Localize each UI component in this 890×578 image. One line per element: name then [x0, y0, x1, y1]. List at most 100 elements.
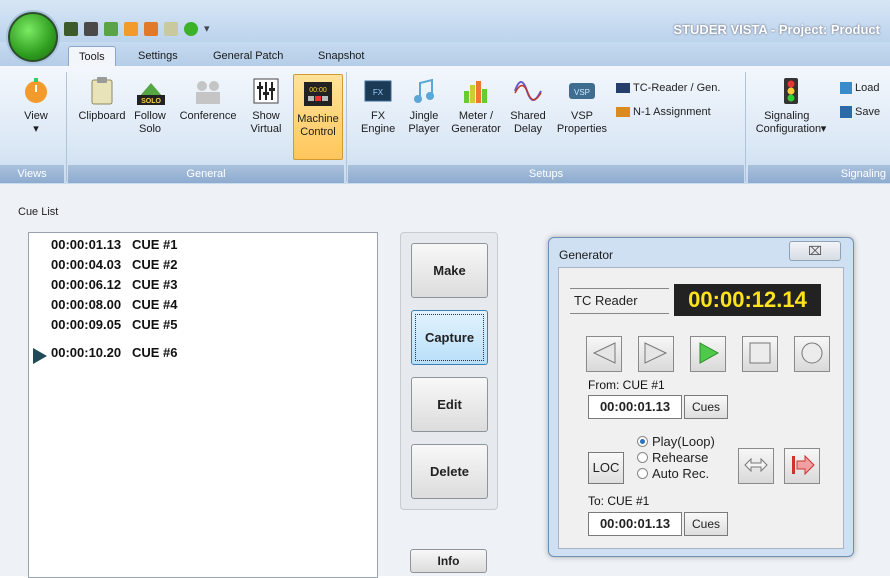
dropdown-icon[interactable]: ▾ [204, 22, 212, 36]
signaling-configuration-button[interactable]: Signaling Configuration ▾ [752, 76, 830, 136]
timer-icon [21, 76, 51, 106]
camera-icon[interactable] [84, 22, 98, 36]
chevron-down-icon: ▾ [33, 123, 39, 135]
clipboard-icon [87, 76, 117, 106]
cue-name: CUE #6 [131, 345, 178, 360]
shared-delay-button[interactable]: Shared Delay [510, 76, 546, 136]
cue-time: 00:00:06.12 [51, 277, 122, 292]
save-button[interactable]: Save [840, 106, 880, 118]
ribbon-separator [346, 72, 347, 182]
cue-name: CUE #5 [131, 317, 178, 332]
follow-solo-icon[interactable] [104, 22, 118, 36]
list-item[interactable]: 00:00:06.12 CUE #3 [51, 277, 178, 295]
list-item[interactable]: 00:00:10.20 CUE #6 [51, 345, 178, 363]
meter-generator-label: Meter / Generator [451, 110, 501, 135]
list-item[interactable]: 00:00:01.13 CUE #1 [51, 237, 178, 255]
tc-reader-gen-button[interactable]: TC-Reader / Gen. [616, 82, 720, 94]
application-orb-button[interactable] [8, 12, 58, 62]
action-panel: Make Capture Edit Delete [400, 232, 498, 510]
fx-engine-button[interactable]: FX FX Engine [358, 76, 398, 136]
radio-icon [637, 468, 648, 479]
play-loop-radio[interactable]: Play(Loop) [637, 434, 715, 449]
dialog-title: Generator [559, 248, 614, 262]
from-time-field[interactable]: 00:00:01.13 [588, 395, 682, 419]
cue-name: CUE #4 [131, 297, 178, 312]
record-button[interactable] [794, 336, 830, 372]
capture-button[interactable]: Capture [411, 310, 488, 365]
clipboard-icon[interactable] [164, 22, 178, 36]
jingle-player-label: Jingle Player [408, 110, 440, 135]
load-button[interactable]: Load [840, 82, 879, 94]
rewind-icon [591, 340, 617, 369]
green-dot-icon[interactable] [184, 22, 198, 36]
cue-list[interactable]: 00:00:01.13 CUE #1 00:00:04.03 CUE #2 00… [28, 232, 378, 578]
jingle-player-button[interactable]: Jingle Player [404, 76, 444, 136]
from-cues-button[interactable]: Cues [684, 395, 728, 419]
meter-icon [461, 76, 491, 106]
cue-time: 00:00:10.20 [51, 345, 122, 360]
play-loop-label: Play(Loop) [652, 434, 715, 449]
chevron-down-icon: ▾ [820, 123, 827, 135]
ribbon-group-label: Signaling [748, 165, 890, 183]
machine-control-label: Machine Control [297, 113, 339, 138]
to-time-field[interactable]: 00:00:01.13 [588, 512, 682, 536]
fx-engine-icon: FX [363, 76, 393, 106]
ribbon-group-label: General [68, 165, 344, 183]
n-1-assignment-label: N-1 Assignment [633, 106, 711, 118]
swap-arrows-icon [743, 455, 769, 478]
tab-tools[interactable]: Tools [68, 46, 116, 67]
cue-time: 00:00:04.03 [51, 257, 122, 272]
follow-solo-icon: SOLO [135, 76, 165, 106]
hash-icon[interactable] [64, 22, 78, 36]
cue-name: CUE #2 [131, 257, 178, 272]
signaling-icon[interactable] [144, 22, 158, 36]
ribbon-separator [66, 72, 67, 182]
cue-time: 00:00:01.13 [51, 237, 122, 252]
vsp-properties-button[interactable]: VSP VSP Properties [554, 76, 610, 136]
swap-button[interactable] [738, 448, 774, 484]
svg-text:SOLO: SOLO [141, 98, 161, 105]
rehearse-radio[interactable]: Rehearse [637, 450, 708, 465]
loc-button[interactable]: LOC [588, 452, 624, 484]
play-arrow-icon [33, 348, 47, 364]
cue-list-label: Cue List [18, 206, 59, 218]
close-button[interactable]: ⌧ [789, 241, 841, 261]
goto-end-button[interactable] [784, 448, 820, 484]
svg-text:VSP: VSP [574, 88, 590, 97]
auto-rec-radio[interactable]: Auto Rec. [637, 466, 709, 481]
follow-solo-button[interactable]: SOLO Follow Solo [130, 76, 170, 136]
make-button[interactable]: Make [411, 243, 488, 298]
from-label: From: CUE #1 [588, 378, 665, 392]
stop-button[interactable] [742, 336, 778, 372]
meter-generator-button[interactable]: Meter / Generator [448, 76, 504, 136]
forward-button[interactable] [638, 336, 674, 372]
ribbon-group-label: Views [0, 165, 64, 183]
delete-button[interactable]: Delete [411, 444, 488, 499]
follow-solo-label: Follow Solo [134, 110, 166, 135]
tc-reader-gen-label: TC-Reader / Gen. [633, 82, 721, 94]
tab-snapshot[interactable]: Snapshot [308, 46, 374, 66]
to-cues-button[interactable]: Cues [684, 512, 728, 536]
tab-settings[interactable]: Settings [128, 46, 188, 66]
n-1-assignment-button[interactable]: N-1 Assignment [616, 106, 711, 118]
play-button[interactable] [690, 336, 726, 372]
machine-control-button[interactable]: 00:00 Machine Control [293, 74, 343, 160]
tab-general-patch[interactable]: General Patch [203, 46, 293, 66]
svg-text:00:00: 00:00 [309, 87, 327, 94]
quick-access-toolbar: ▾ [64, 20, 212, 38]
n-1-icon [616, 107, 630, 117]
list-item[interactable]: 00:00:04.03 CUE #2 [51, 257, 178, 275]
list-item[interactable]: 00:00:09.05 CUE #5 [51, 317, 178, 335]
show-virtual-button[interactable]: Show Virtual [244, 76, 288, 136]
info-button[interactable]: Info [410, 549, 487, 573]
fx-engine-label: FX Engine [361, 110, 396, 135]
timer-icon[interactable] [124, 22, 138, 36]
rewind-button[interactable] [586, 336, 622, 372]
show-virtual-label: Show Virtual [250, 110, 282, 135]
view-button[interactable]: View ▾ [16, 76, 56, 136]
list-item[interactable]: 00:00:08.00 CUE #4 [51, 297, 178, 315]
conference-button[interactable]: Conference [176, 76, 240, 123]
edit-button[interactable]: Edit [411, 377, 488, 432]
clipboard-button[interactable]: Clipboard [76, 76, 128, 123]
vsp-properties-label: VSP Properties [556, 110, 608, 135]
